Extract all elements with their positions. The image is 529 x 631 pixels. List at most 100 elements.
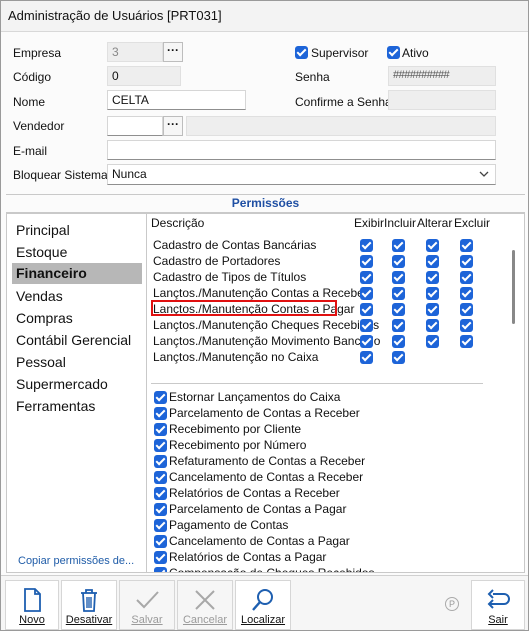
- permission-alterar-checkbox[interactable]: [426, 271, 439, 284]
- permission-item-checkbox[interactable]: [154, 567, 167, 572]
- permission-excluir-checkbox[interactable]: [460, 319, 473, 332]
- permission-excluir-checkbox[interactable]: [460, 271, 473, 284]
- permission-excluir-checkbox[interactable]: [460, 335, 473, 348]
- permission-incluir-checkbox[interactable]: [392, 351, 405, 364]
- permission-alterar-checkbox[interactable]: [426, 255, 439, 268]
- module-item[interactable]: Estoque: [16, 244, 67, 260]
- localizar-label: Localizar: [240, 614, 286, 626]
- permission-incluir-checkbox[interactable]: [392, 287, 405, 300]
- bloquear-value: Nunca: [112, 167, 147, 181]
- desativar-label: Desativar: [65, 614, 113, 626]
- permission-incluir-checkbox[interactable]: [392, 239, 405, 252]
- chevron-down-icon: [479, 171, 489, 177]
- column-incluir: Incluir: [384, 216, 417, 230]
- email-label: E-mail: [13, 144, 48, 158]
- cancelar-button[interactable]: Cancelar: [177, 580, 233, 630]
- window-title: Administração de Usuários [PRT031]: [8, 8, 222, 23]
- permission-item-checkbox[interactable]: [154, 519, 167, 532]
- permission-exibir-checkbox[interactable]: [360, 351, 373, 364]
- vendedor-field[interactable]: [107, 116, 163, 136]
- localizar-button[interactable]: Localizar: [235, 580, 291, 630]
- permission-item-label: Parcelamento de Contas a Receber: [169, 406, 360, 420]
- empresa-lookup-button[interactable]: ···: [163, 42, 183, 62]
- permission-row-label: Cadastro de Tipos de Títulos: [153, 270, 307, 284]
- module-list: Principal Estoque Financeiro Vendas Comp…: [6, 213, 147, 573]
- permission-item-checkbox[interactable]: [154, 471, 167, 484]
- permission-alterar-checkbox[interactable]: [426, 239, 439, 252]
- permission-alterar-checkbox[interactable]: [426, 287, 439, 300]
- permission-excluir-checkbox[interactable]: [460, 303, 473, 316]
- permission-item-label: Relatórios de Contas a Receber: [169, 486, 340, 500]
- senha-field[interactable]: ##########: [388, 66, 496, 86]
- module-item[interactable]: Supermercado: [16, 376, 108, 392]
- codigo-field[interactable]: 0: [107, 66, 181, 86]
- ativo-label: Ativo: [402, 46, 429, 60]
- trash-icon: [81, 589, 97, 612]
- permission-item-checkbox[interactable]: [154, 503, 167, 516]
- module-item[interactable]: Ferramentas: [16, 398, 95, 414]
- permission-item-checkbox[interactable]: [154, 455, 167, 468]
- sair-button[interactable]: Sair: [471, 580, 525, 630]
- permission-item-checkbox[interactable]: [154, 535, 167, 548]
- check-icon: [136, 591, 159, 609]
- permission-incluir-checkbox[interactable]: [392, 255, 405, 268]
- exit-arrow-icon: [487, 589, 510, 609]
- desativar-button[interactable]: Desativar: [61, 580, 117, 630]
- module-item[interactable]: Contábil Gerencial: [16, 332, 131, 348]
- permission-exibir-checkbox[interactable]: [360, 319, 373, 332]
- permission-item-checkbox[interactable]: [154, 391, 167, 404]
- permission-exibir-checkbox[interactable]: [360, 287, 373, 300]
- permission-excluir-checkbox[interactable]: [460, 287, 473, 300]
- permission-item-label: Pagamento de Contas: [169, 518, 289, 532]
- email-field[interactable]: [107, 140, 496, 160]
- module-item[interactable]: Vendas: [16, 288, 63, 304]
- permission-excluir-checkbox[interactable]: [460, 255, 473, 268]
- salvar-button[interactable]: Salvar: [119, 580, 175, 630]
- permission-exibir-checkbox[interactable]: [360, 255, 373, 268]
- permission-item-checkbox[interactable]: [154, 551, 167, 564]
- permission-row-label: Lançtos./Manutenção Cheques Recebidos: [153, 318, 380, 332]
- highlight-box: [151, 300, 337, 316]
- permission-exibir-checkbox[interactable]: [360, 271, 373, 284]
- permission-incluir-checkbox[interactable]: [392, 303, 405, 316]
- permission-alterar-checkbox[interactable]: [426, 335, 439, 348]
- bloquear-select[interactable]: Nunca: [107, 164, 496, 185]
- empresa-field[interactable]: 3: [107, 42, 163, 62]
- permission-item-checkbox[interactable]: [154, 439, 167, 452]
- confirme-senha-field[interactable]: [388, 90, 496, 110]
- module-item[interactable]: Principal: [16, 222, 70, 238]
- vendedor-description: [186, 116, 496, 136]
- copy-permissions-link[interactable]: Copiar permissões de...: [18, 555, 134, 567]
- module-item[interactable]: Pessoal: [16, 354, 66, 370]
- search-icon: [252, 589, 273, 611]
- permission-exibir-checkbox[interactable]: [360, 239, 373, 252]
- permission-item-checkbox[interactable]: [154, 407, 167, 420]
- module-item[interactable]: Compras: [16, 310, 73, 326]
- new-document-icon: [24, 588, 41, 612]
- permission-alterar-checkbox[interactable]: [426, 303, 439, 316]
- permission-item-checkbox[interactable]: [154, 423, 167, 436]
- divider: [151, 383, 483, 384]
- ativo-checkbox[interactable]: [387, 46, 400, 59]
- permission-incluir-checkbox[interactable]: [392, 319, 405, 332]
- permission-alterar-checkbox[interactable]: [426, 319, 439, 332]
- novo-button[interactable]: Novo: [5, 580, 59, 630]
- permission-incluir-checkbox[interactable]: [392, 335, 405, 348]
- permission-item-checkbox[interactable]: [154, 487, 167, 500]
- permissions-header: Permissões: [6, 194, 525, 213]
- nome-field[interactable]: CELTA: [107, 90, 246, 110]
- permission-exibir-checkbox[interactable]: [360, 303, 373, 316]
- column-exibir: Exibir: [354, 216, 385, 230]
- permission-excluir-checkbox[interactable]: [460, 239, 473, 252]
- supervisor-label: Supervisor: [311, 46, 369, 60]
- confirme-senha-label: Confirme a Senha: [295, 95, 392, 109]
- permission-item-label: Relatórios de Contas a Pagar: [169, 550, 327, 564]
- permission-incluir-checkbox[interactable]: [392, 271, 405, 284]
- vendedor-lookup-button[interactable]: ···: [163, 116, 183, 136]
- supervisor-checkbox[interactable]: [295, 46, 308, 59]
- permission-item-label: Cancelamento de Contas a Receber: [169, 470, 364, 484]
- scrollbar-thumb[interactable]: [512, 250, 515, 324]
- sair-label: Sair: [488, 614, 508, 626]
- module-item-selected[interactable]: Financeiro: [12, 263, 142, 284]
- permission-exibir-checkbox[interactable]: [360, 335, 373, 348]
